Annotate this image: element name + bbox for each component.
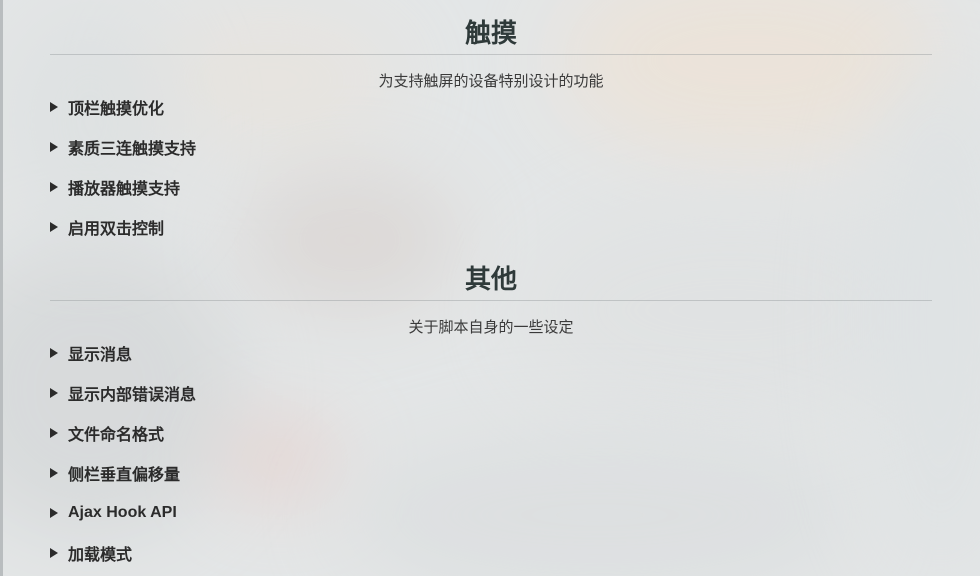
option-label: Ajax Hook API [68, 504, 177, 521]
option-label: 文件命名格式 [68, 427, 165, 444]
option-label: 顶栏触摸优化 [68, 101, 165, 118]
triangle-right-icon [50, 102, 58, 112]
option-show-messages[interactable]: 显示消息 [50, 333, 196, 373]
triangle-right-icon [50, 428, 58, 438]
triangle-right-icon [50, 548, 58, 558]
option-filename-format[interactable]: 文件命名格式 [50, 413, 196, 453]
option-label: 显示内部错误消息 [68, 387, 197, 404]
triangle-right-icon [50, 468, 58, 478]
section-title-other: 其他 [464, 264, 517, 294]
option-double-tap-control[interactable]: 启用双击控制 [50, 207, 196, 247]
section-other: 其他 关于脚本自身的一些设定 显示消息 显示内部错误消息 文件命名格式 侧栏垂直… [50, 262, 932, 564]
option-list-touch: 顶栏触摸优化 素质三连触摸支持 播放器触摸支持 启用双击控制 [50, 87, 196, 247]
section-touch: 触摸 为支持触屏的设备特别设计的功能 顶栏触摸优化 素质三连触摸支持 播放器触摸… [50, 16, 932, 238]
option-label: 启用双击控制 [68, 221, 165, 238]
triangle-right-icon [50, 508, 58, 518]
option-triple-action-touch[interactable]: 素质三连触摸支持 [50, 127, 196, 167]
option-loading-mode[interactable]: 加载模式 [50, 533, 196, 573]
triangle-right-icon [50, 388, 58, 398]
option-ajax-hook-api[interactable]: Ajax Hook API [50, 493, 196, 533]
option-show-internal-errors[interactable]: 显示内部错误消息 [50, 373, 196, 413]
triangle-right-icon [50, 222, 58, 232]
triangle-right-icon [50, 348, 58, 358]
option-list-other: 显示消息 显示内部错误消息 文件命名格式 侧栏垂直偏移量 Ajax Hook A… [50, 333, 196, 573]
option-label: 显示消息 [68, 347, 133, 364]
option-label: 加载模式 [68, 547, 133, 564]
section-divider [50, 54, 932, 55]
triangle-right-icon [50, 182, 58, 192]
section-divider [50, 300, 932, 301]
option-topbar-touch-optimize[interactable]: 顶栏触摸优化 [50, 87, 196, 127]
panel-left-edge [0, 0, 3, 576]
section-title-touch: 触摸 [464, 18, 517, 48]
option-label: 侧栏垂直偏移量 [68, 467, 181, 484]
option-player-touch[interactable]: 播放器触摸支持 [50, 167, 196, 207]
option-label: 播放器触摸支持 [68, 181, 181, 198]
option-label: 素质三连触摸支持 [68, 141, 197, 158]
triangle-right-icon [50, 142, 58, 152]
option-sidebar-vertical-offset[interactable]: 侧栏垂直偏移量 [50, 453, 196, 493]
